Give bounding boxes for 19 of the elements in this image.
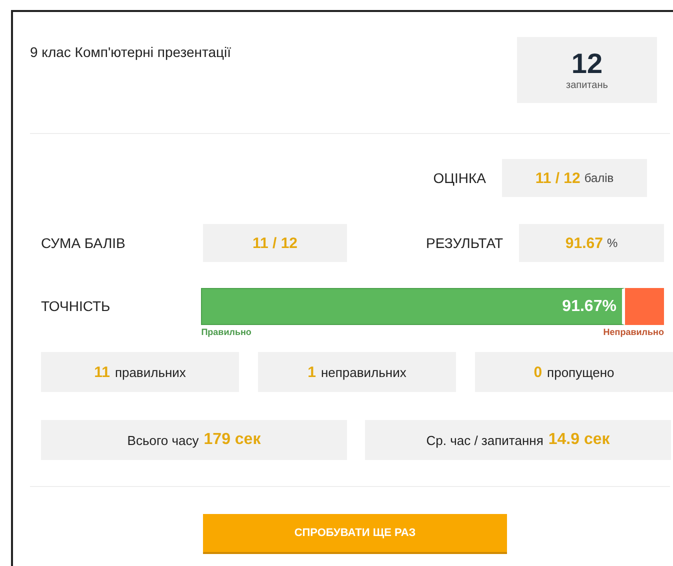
question-count: 12 <box>571 50 603 78</box>
wrong-legend: Неправильно <box>603 327 664 337</box>
question-count-label: запитань <box>566 80 608 90</box>
quiz-title: 9 клас Комп'ютерні презентації <box>30 44 232 62</box>
accuracy-label: ТОЧНІСТЬ <box>41 298 112 314</box>
result-label: РЕЗУЛЬТАТ <box>425 235 503 251</box>
accuracy-reading: 91.67% <box>562 298 616 316</box>
score-sum-value: 11 / 12 <box>203 224 347 262</box>
retry-button[interactable]: СПРОБУВАТИ ЩЕ РАЗ <box>203 514 507 554</box>
stat-panel: 1 неправильних <box>258 352 456 392</box>
correct-legend: Правильно <box>201 327 252 337</box>
grade-label: ОЦІНКА <box>433 170 486 186</box>
grade-value: 11 / 12 балів <box>502 159 647 197</box>
stat-panel: 0 пропущено <box>475 352 673 392</box>
result-value: 91.67 % <box>519 224 664 262</box>
stat-panel: 11 правильних <box>41 352 239 392</box>
time-panel: Всього часу 179 сек <box>41 420 347 460</box>
score-sum-label: СУМА БАЛІВ <box>41 235 126 251</box>
time-panel: Ср. час / запитання 14.9 сек <box>365 420 671 460</box>
